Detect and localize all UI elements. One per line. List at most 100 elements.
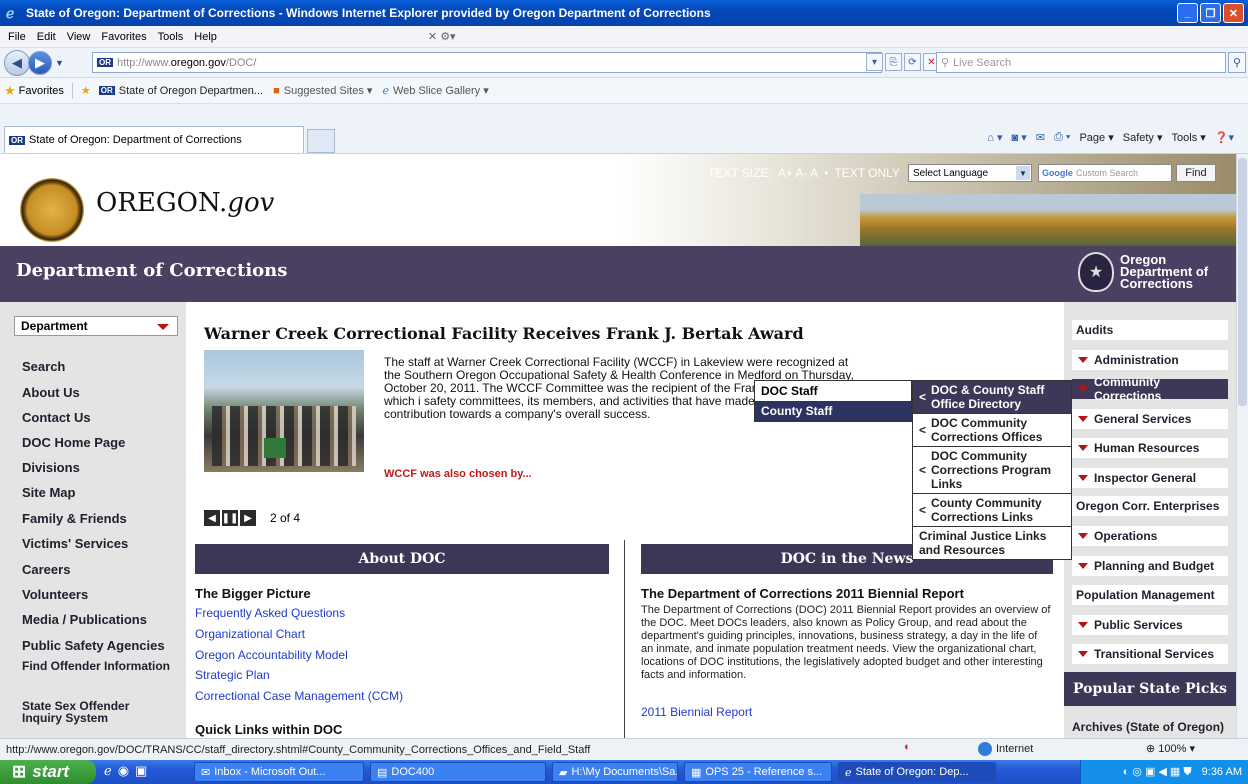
link-ccm[interactable]: Correctional Case Management (CCM) [195, 689, 403, 703]
menu-tools[interactable]: Tools [158, 31, 184, 43]
text-size-controls[interactable]: A+ A- A [778, 166, 818, 180]
menu-edit[interactable]: Edit [37, 31, 56, 43]
rnav-public-services[interactable]: Public Services [1072, 615, 1228, 635]
zoom-control[interactable]: ⊕ 100% ▾ [1146, 742, 1195, 755]
desktop-quicklaunch-icon[interactable]: ▣ [135, 763, 147, 779]
task-documents[interactable]: ▰ H:\My Documents\Sa... [552, 762, 678, 782]
nav-public-safety[interactable]: Public Safety Agencies [22, 639, 165, 652]
flyout-staff-directory[interactable]: < DOC & County Staff Office Directory [913, 381, 1071, 414]
next-slide-button[interactable]: ▶ [240, 510, 256, 526]
page-menu[interactable]: Page ▾ [1079, 131, 1113, 144]
rnav-planning-budget[interactable]: Planning and Budget [1072, 556, 1228, 576]
new-tab-button[interactable] [307, 129, 335, 153]
menu-favorites[interactable]: Favorites [101, 31, 146, 43]
menu-file[interactable]: File [8, 31, 26, 43]
rnav-general-services[interactable]: General Services [1072, 409, 1228, 429]
fav-item-suggested[interactable]: ■ Suggested Sites ▾ [273, 84, 372, 98]
link-biennial-report[interactable]: 2011 Biennial Report [641, 705, 752, 719]
nav-site-map[interactable]: Site Map [22, 486, 75, 499]
nav-about-us[interactable]: About Us [22, 386, 80, 399]
rnav-audits[interactable]: Audits [1072, 320, 1228, 340]
print-icon[interactable]: ⎙ ▾ [1054, 131, 1070, 144]
feature-headline[interactable]: Warner Creek Correctional Facility Recei… [204, 324, 804, 343]
flyout-cc-offices[interactable]: < DOC Community Corrections Offices [913, 414, 1071, 447]
rnav-operations[interactable]: Operations [1072, 526, 1228, 546]
flyout-doc-staff[interactable]: DOC Staff [755, 381, 911, 401]
task-outlook[interactable]: ✉ Inbox - Microsoft Out... [194, 762, 364, 782]
oregon-gov-logo[interactable]: OREGON.gov [96, 188, 274, 218]
firefox-quicklaunch-icon[interactable]: ◉ [118, 763, 129, 779]
live-search-input[interactable]: ⚲ Live Search [936, 52, 1226, 73]
text-only-link[interactable]: TEXT ONLY [834, 166, 900, 180]
scrollbar-thumb[interactable] [1238, 158, 1247, 406]
nav-sex-offender-inquiry[interactable]: State Sex Offender Inquiry System [22, 700, 172, 724]
nav-divisions[interactable]: Divisions [22, 461, 80, 474]
toolbar-close-icon[interactable]: ✕ ⚙▾ [428, 30, 456, 43]
nav-contact-us[interactable]: Contact Us [22, 411, 91, 424]
department-dropdown[interactable]: Department [14, 316, 178, 336]
forward-button[interactable]: ▶ [28, 50, 52, 75]
flyout-criminal-justice-links[interactable]: Criminal Justice Links and Resources [913, 527, 1071, 559]
mail-icon[interactable]: ✉ [1036, 131, 1045, 144]
back-button[interactable]: ◀ [4, 49, 30, 76]
ie-quicklaunch-icon[interactable]: ℯ [104, 763, 112, 779]
rnav-administration[interactable]: Administration [1072, 350, 1228, 370]
feature-more-link[interactable]: WCCF was also chosen by... [384, 468, 532, 480]
search-go-button[interactable]: ⚲ [1228, 52, 1246, 73]
favorites-button[interactable]: Favorites [19, 85, 64, 97]
flyout-county-staff[interactable]: County Staff [755, 401, 911, 421]
tab-active[interactable]: OR State of Oregon: Department of Correc… [4, 126, 304, 153]
previous-slide-button[interactable]: ◀ [204, 510, 220, 526]
add-favorite-icon[interactable]: ★ [81, 84, 91, 97]
tools-menu[interactable]: Tools ▾ [1172, 131, 1206, 144]
menu-view[interactable]: View [67, 31, 91, 43]
nav-doc-home[interactable]: DOC Home Page [22, 436, 125, 449]
minimize-button[interactable]: _ [1177, 3, 1198, 23]
recent-pages-icon[interactable]: ▼ [55, 58, 64, 68]
link-org-chart[interactable]: Organizational Chart [195, 627, 305, 641]
nav-search[interactable]: Search [22, 360, 65, 373]
rnav-oregon-corr-enterprises[interactable]: Oregon Corr. Enterprises [1072, 496, 1228, 516]
nav-find-offender[interactable]: Find Offender Information [22, 660, 172, 672]
task-doc400[interactable]: ▤ DOC400 [370, 762, 546, 782]
nav-volunteers[interactable]: Volunteers [22, 588, 88, 601]
compatibility-icon[interactable]: ⎘ [885, 53, 902, 71]
tray-icons[interactable]: ◐ ◎ ▣ ◀ ▦ ⛊ [1123, 765, 1192, 779]
rnav-transitional-services[interactable]: Transitional Services [1072, 644, 1228, 664]
refresh-icon[interactable]: ⟳ [904, 53, 921, 71]
rnav-population-management[interactable]: Population Management [1072, 585, 1228, 605]
home-icon[interactable]: ⌂ ▾ [987, 131, 1002, 144]
dropdown-icon[interactable]: ▾ [866, 53, 883, 71]
feature-photo[interactable] [204, 350, 364, 472]
rnav-inspector-general[interactable]: Inspector General [1072, 468, 1228, 488]
task-ie-oregon[interactable]: ℯ State of Oregon: Dep... [838, 762, 996, 782]
flyout-cc-program-links[interactable]: < DOC Community Corrections Program Links [913, 447, 1071, 494]
rnav-human-resources[interactable]: Human Resources [1072, 438, 1228, 458]
link-faq[interactable]: Frequently Asked Questions [195, 606, 345, 620]
google-search-input[interactable]: Google Custom Search [1037, 164, 1172, 182]
task-ops25[interactable]: ▦ OPS 25 - Reference s... [684, 762, 832, 782]
vertical-scrollbar[interactable] [1236, 154, 1248, 738]
close-button[interactable]: ✕ [1223, 3, 1244, 23]
language-select[interactable]: Select Language ▼ [907, 164, 1032, 182]
nav-careers[interactable]: Careers [22, 563, 70, 576]
nav-media-publications[interactable]: Media / Publications [22, 613, 147, 626]
pause-slide-button[interactable]: ❚❚ [222, 510, 238, 526]
feeds-icon[interactable]: ◙ ▾ [1012, 131, 1027, 144]
help-icon[interactable]: ❓▾ [1215, 131, 1234, 144]
oregon-seal-logo[interactable] [20, 178, 84, 242]
rnav-community-corrections[interactable]: Community Corrections [1072, 375, 1228, 403]
flyout-county-cc-links[interactable]: < County Community Corrections Links [913, 494, 1071, 527]
url-field[interactable]: OR http://www. oregon.gov/DOC/ [92, 52, 882, 73]
link-strategic-plan[interactable]: Strategic Plan [195, 668, 270, 682]
nav-family-friends[interactable]: Family & Friends [22, 512, 127, 525]
fav-item-oregon[interactable]: OR State of Oregon Departmen... [98, 85, 263, 97]
fav-item-webslice[interactable]: ℯ Web Slice Gallery ▾ [382, 84, 488, 97]
find-button[interactable]: Find [1175, 164, 1216, 182]
safety-menu[interactable]: Safety ▾ [1123, 131, 1163, 144]
link-accountability-model[interactable]: Oregon Accountability Model [195, 648, 348, 662]
nav-victims-services[interactable]: Victims' Services [22, 537, 128, 550]
archives-link[interactable]: Archives (State of Oregon) [1072, 720, 1224, 734]
menu-help[interactable]: Help [194, 31, 217, 43]
start-button[interactable]: ⊞ start [0, 760, 96, 784]
